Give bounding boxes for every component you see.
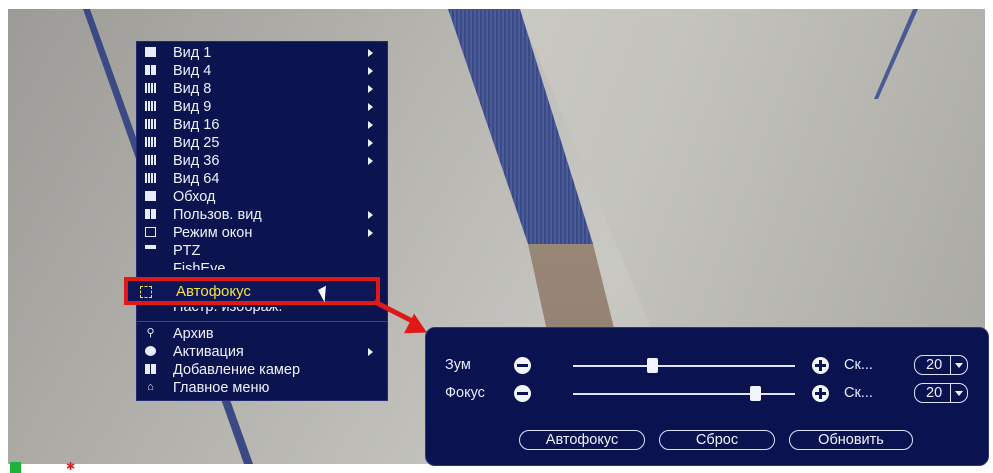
menu-item-view-9[interactable]: Вид 9 xyxy=(137,99,387,115)
menu-item-label: Пользов. вид xyxy=(173,207,262,223)
zoom-slider[interactable] xyxy=(573,365,795,367)
menu-item-label: Вид 4 xyxy=(173,63,212,79)
autofocus-icon xyxy=(140,286,152,298)
focus-slider[interactable] xyxy=(573,393,795,395)
zoom-slider-handle[interactable] xyxy=(647,358,659,373)
zoom-speed-select[interactable]: 20 xyxy=(914,355,968,375)
menu-item-label: Автофокус xyxy=(176,283,251,300)
menu-item-main-menu[interactable]: ⌂ Главное меню xyxy=(137,380,387,396)
menu-item-label: Активация xyxy=(173,344,244,360)
single-view-icon xyxy=(145,47,156,57)
menu-item-archive[interactable]: ⚲ Архив xyxy=(137,326,387,342)
focus-speed-select[interactable]: 20 xyxy=(914,383,968,403)
chevron-down-icon xyxy=(950,384,967,402)
zoom-speed-label: Ск... xyxy=(844,357,873,373)
menu-item-label: Вид 16 xyxy=(173,117,220,133)
submenu-arrow-icon xyxy=(368,157,373,165)
submenu-arrow-icon xyxy=(368,229,373,237)
submenu-arrow-icon xyxy=(368,139,373,147)
menu-item-label: Вид 8 xyxy=(173,81,212,97)
menu-item-window-mode[interactable]: Режим окон xyxy=(137,225,387,241)
menu-item-activation[interactable]: Активация xyxy=(137,344,387,360)
menu-item-label: Архив xyxy=(173,326,214,342)
menu-item-view-36[interactable]: Вид 36 xyxy=(137,153,387,169)
menu-item-label: Главное меню xyxy=(173,380,270,396)
menu-divider xyxy=(137,321,387,322)
reset-button[interactable]: Сброс xyxy=(659,430,775,450)
focus-far-button[interactable] xyxy=(812,385,829,402)
menu-item-view-16[interactable]: Вид 16 xyxy=(137,117,387,133)
focus-slider-handle[interactable] xyxy=(749,386,761,401)
window-mode-icon xyxy=(145,227,156,237)
menu-item-label: Вид 25 xyxy=(173,135,220,151)
focus-near-button[interactable] xyxy=(514,385,531,402)
add-camera-icon xyxy=(145,364,156,374)
menu-item-view-25[interactable]: Вид 25 xyxy=(137,135,387,151)
home-icon: ⌂ xyxy=(147,381,154,393)
submenu-arrow-icon xyxy=(368,67,373,75)
zoom-in-button[interactable] xyxy=(812,357,829,374)
autofocus-panel: Зум Ск... 20 Фокус Ск... 20 Автофокус Сб… xyxy=(425,327,989,466)
focus-speed-value: 20 xyxy=(926,385,943,401)
menu-item-view-8[interactable]: Вид 8 xyxy=(137,81,387,97)
grid-36-icon xyxy=(145,155,156,165)
activation-icon xyxy=(145,346,156,356)
grid-64-icon xyxy=(145,173,156,183)
chevron-down-icon xyxy=(950,356,967,374)
menu-item-tour[interactable]: Обход xyxy=(137,189,387,205)
menu-item-label: Вид 64 xyxy=(173,171,220,187)
submenu-arrow-icon xyxy=(368,103,373,111)
menu-item-label: Вид 36 xyxy=(173,153,220,169)
zoom-out-button[interactable] xyxy=(514,357,531,374)
context-menu: Вид 1 Вид 4 Вид 8 Вид 9 Вид 16 Вид 25 Ви… xyxy=(136,41,388,401)
menu-item-autofocus[interactable]: Автофокус xyxy=(124,277,380,305)
menu-item-label: Вид 1 xyxy=(173,45,212,61)
alarm-icon: ✱ xyxy=(66,461,76,473)
zoom-label: Зум xyxy=(445,357,471,373)
menu-item-label: Обход xyxy=(173,189,216,205)
menu-item-view-64[interactable]: Вид 64 xyxy=(137,171,387,187)
menu-item-label: Вид 9 xyxy=(173,99,212,115)
submenu-arrow-icon xyxy=(368,211,373,219)
menu-item-custom-view[interactable]: Пользов. вид xyxy=(137,207,387,223)
menu-item-label: Режим окон xyxy=(173,225,253,241)
grid-8-icon xyxy=(145,83,156,93)
menu-item-view-4[interactable]: Вид 4 xyxy=(137,63,387,79)
autofocus-button[interactable]: Автофокус xyxy=(519,430,645,450)
ptz-icon xyxy=(145,245,156,255)
menu-item-ptz[interactable]: PTZ xyxy=(137,243,387,259)
submenu-arrow-icon xyxy=(368,121,373,129)
search-icon: ⚲ xyxy=(146,327,155,339)
focus-label: Фокус xyxy=(445,385,485,401)
menu-item-label: PTZ xyxy=(173,243,201,259)
focus-speed-label: Ск... xyxy=(844,385,873,401)
tour-icon xyxy=(145,191,156,201)
custom-view-icon xyxy=(145,209,156,219)
menu-item-fisheye[interactable]: FishEye xyxy=(137,261,387,277)
submenu-arrow-icon xyxy=(368,85,373,93)
zoom-speed-value: 20 xyxy=(926,357,943,373)
menu-item-label: Добавление камер xyxy=(173,362,301,378)
grid-16-icon xyxy=(145,119,156,129)
submenu-arrow-icon xyxy=(368,348,373,356)
menu-item-label: FishEye xyxy=(173,261,226,277)
grid-25-icon xyxy=(145,137,156,147)
menu-item-view-1[interactable]: Вид 1 xyxy=(137,45,387,61)
grid-9-icon xyxy=(145,101,156,111)
refresh-button[interactable]: Обновить xyxy=(789,430,913,450)
menu-item-add-cameras[interactable]: Добавление камер xyxy=(137,362,387,378)
submenu-arrow-icon xyxy=(368,49,373,57)
grid-4-icon xyxy=(145,65,156,75)
recording-status-icon xyxy=(10,462,21,473)
